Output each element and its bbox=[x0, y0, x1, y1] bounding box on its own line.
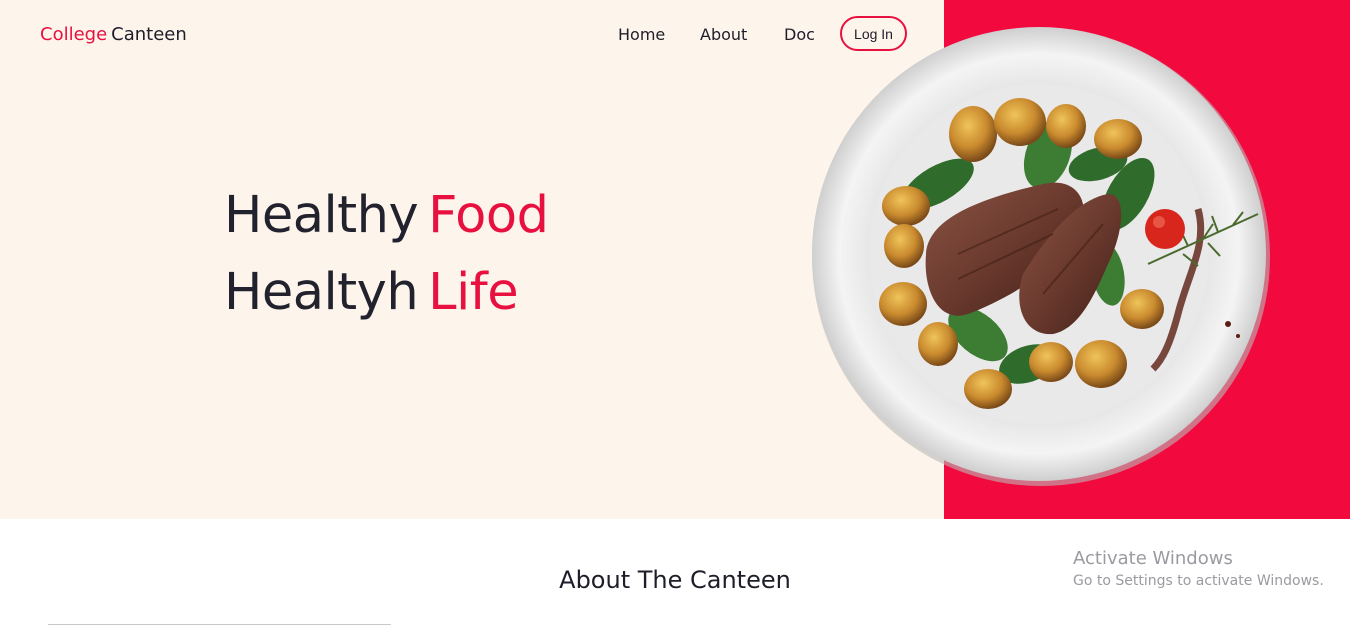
logo-accent-text: College bbox=[40, 24, 108, 45]
section-divider bbox=[48, 624, 391, 625]
hero-headline-line-2: Healtyh Life bbox=[224, 263, 519, 322]
logo-main-text: Canteen bbox=[111, 24, 187, 45]
headline-word-food: Food bbox=[428, 186, 549, 245]
nav-about-link[interactable]: About bbox=[700, 25, 747, 44]
hero-section: College Canteen Home About Doc Log In Hea… bbox=[0, 0, 1350, 519]
headline-word-life: Life bbox=[428, 263, 519, 322]
headline-word-healthy: Healthy bbox=[224, 186, 419, 245]
hero-headline-line-1: Healthy Food bbox=[224, 186, 549, 245]
site-logo[interactable]: College Canteen bbox=[40, 24, 187, 45]
activate-windows-watermark: Activate Windows Go to Settings to activ… bbox=[1073, 548, 1324, 589]
headline-word-healtyh: Healtyh bbox=[224, 263, 419, 322]
food-plate-image bbox=[812, 27, 1270, 486]
activate-windows-title: Activate Windows bbox=[1073, 548, 1233, 569]
activate-windows-subtitle: Go to Settings to activate Windows. bbox=[1073, 573, 1324, 589]
nav-home-link[interactable]: Home bbox=[618, 25, 665, 44]
